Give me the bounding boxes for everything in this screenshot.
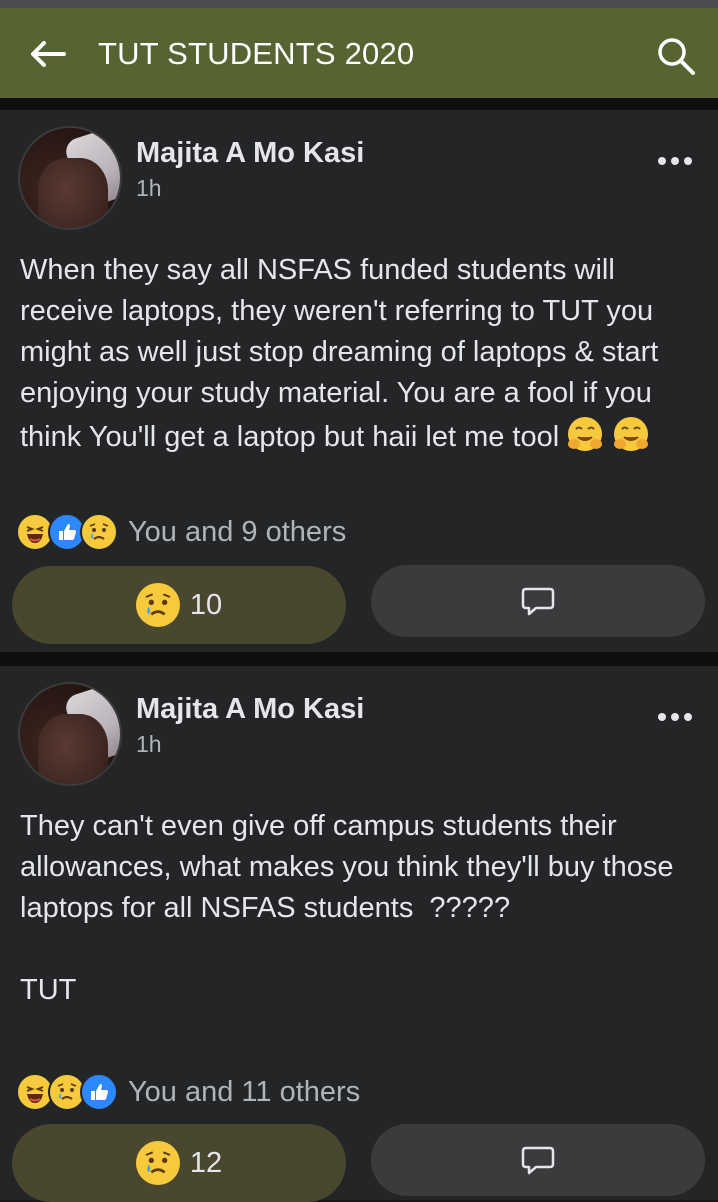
header-gap: [0, 98, 718, 110]
search-button[interactable]: [652, 34, 700, 78]
post-card: Majita A Mo Kasi 1h They can't even give…: [0, 666, 718, 1202]
comment-icon: [521, 1146, 555, 1175]
post-time[interactable]: 1h: [136, 174, 162, 202]
post-separator: [0, 652, 718, 666]
group-title: TUT STUDENTS 2020: [98, 36, 415, 71]
comment-button[interactable]: [371, 565, 705, 637]
sad-reaction-icon: [135, 1141, 180, 1185]
hugging-face-emoji: [614, 417, 649, 451]
reaction-button[interactable]: 12: [12, 1124, 346, 1202]
reaction-count: 12: [189, 1146, 223, 1179]
post-card: Majita A Mo Kasi 1h When they say all NS…: [0, 110, 718, 652]
more-dots-icon: [658, 713, 666, 721]
arrow-left-icon: [31, 41, 66, 67]
avatar[interactable]: [18, 682, 122, 786]
status-strip: [0, 0, 718, 8]
like-reaction-icon: [80, 1073, 118, 1111]
reaction-count: 10: [189, 588, 223, 621]
reactions-text: You and 9 others: [128, 515, 347, 548]
search-icon: [658, 38, 695, 75]
post-author[interactable]: Majita A Mo Kasi: [136, 136, 364, 170]
comment-button[interactable]: [371, 1124, 705, 1196]
post-body: They can't even give off campus students…: [20, 810, 674, 1006]
more-options-button[interactable]: [650, 702, 700, 732]
post-body: When they say all NSFAS funded students …: [20, 250, 700, 458]
back-button[interactable]: [26, 36, 70, 72]
reaction-button[interactable]: 10: [12, 566, 346, 644]
comment-icon: [521, 587, 555, 616]
sad-reaction-icon: [80, 513, 118, 551]
avatar[interactable]: [18, 126, 122, 230]
hugging-face-emoji: [568, 417, 603, 451]
sad-reaction-icon: [135, 583, 180, 627]
post-author[interactable]: Majita A Mo Kasi: [136, 692, 364, 726]
group-header: TUT STUDENTS 2020: [0, 8, 718, 98]
post-time[interactable]: 1h: [136, 730, 162, 758]
reactions-text: You and 11 others: [128, 1075, 361, 1108]
more-options-button[interactable]: [650, 146, 700, 176]
reactions-summary[interactable]: You and 11 others: [16, 1070, 360, 1114]
more-dots-icon: [658, 157, 666, 165]
reactions-summary[interactable]: You and 9 others: [16, 510, 346, 554]
